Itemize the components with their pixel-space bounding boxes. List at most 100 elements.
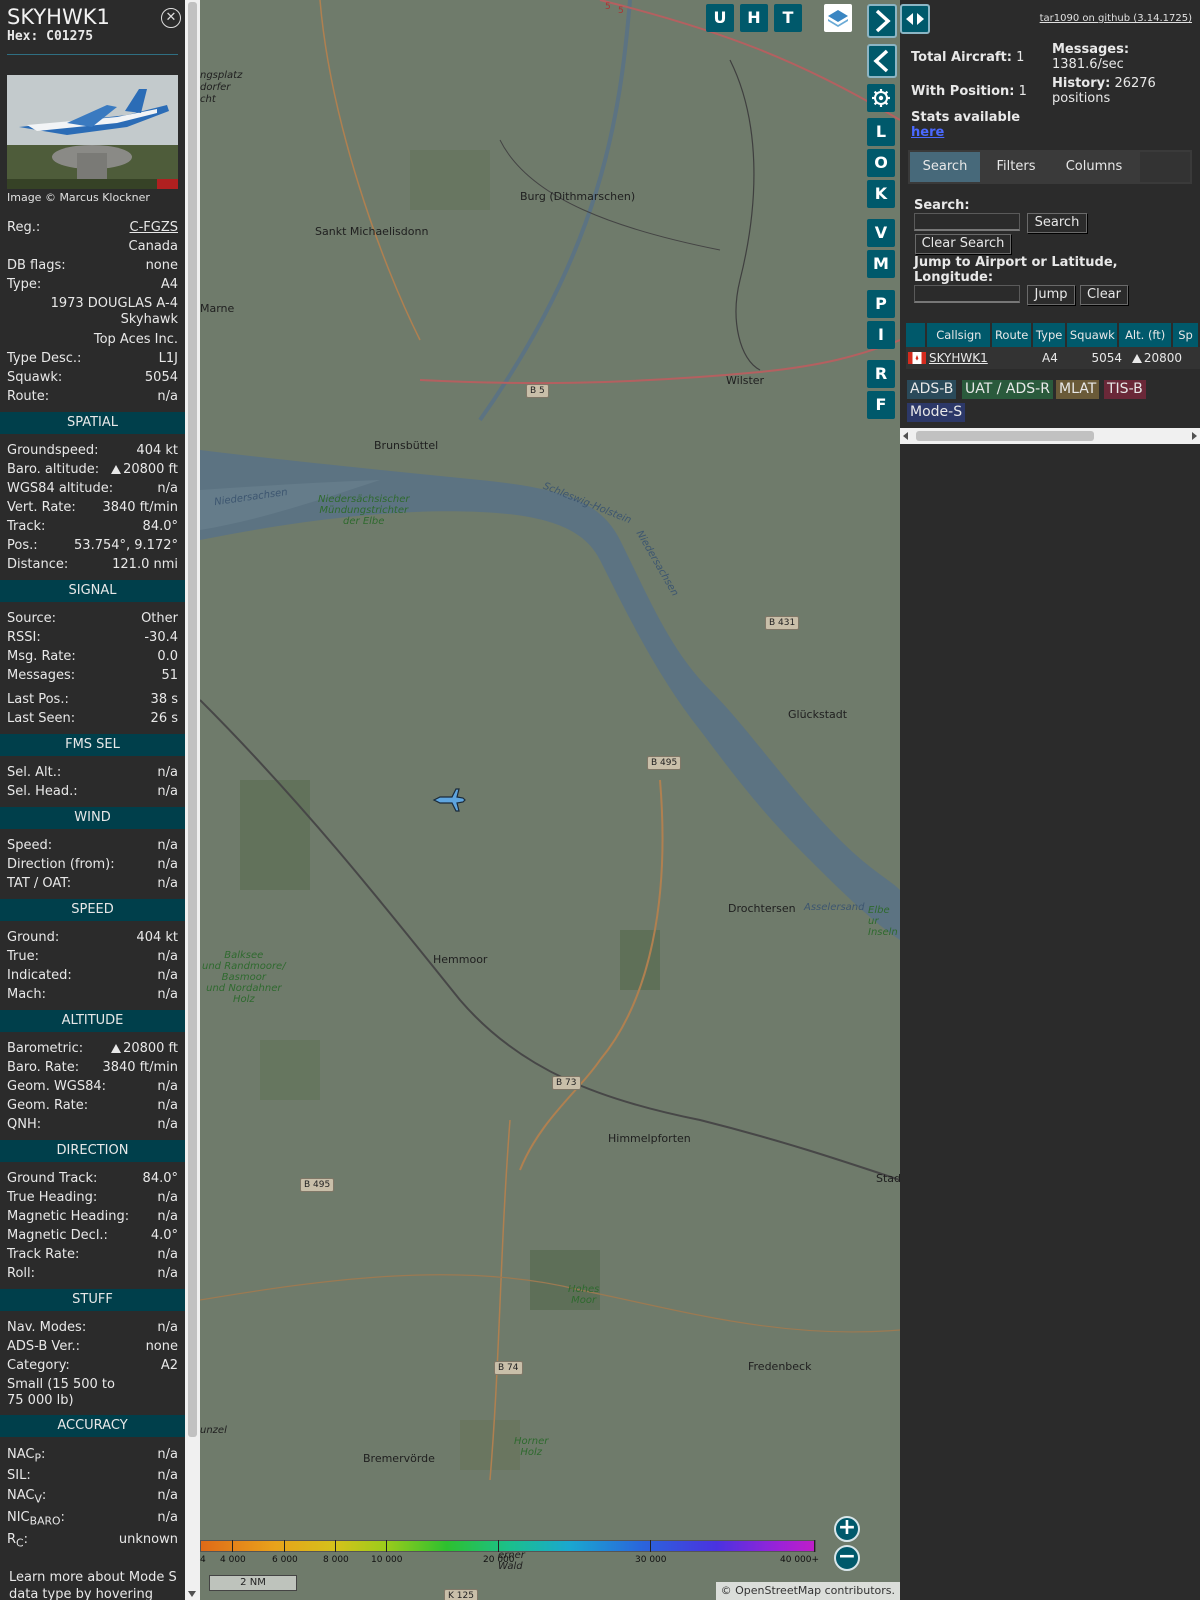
info-scrollbar-thumb[interactable] — [188, 2, 197, 1437]
col-flag[interactable] — [906, 323, 926, 347]
source-tisb-badge[interactable]: TIS-B — [1104, 380, 1146, 399]
close-icon[interactable]: ✕ — [161, 8, 181, 28]
category-desc-1: Small (15 500 to — [7, 1377, 115, 1392]
tab-columns[interactable]: Columns — [1052, 152, 1136, 182]
toggle-button-r[interactable]: R — [867, 360, 895, 388]
wgs-alt-label: WGS84 altitude: — [7, 481, 114, 496]
stats-here-link[interactable]: here — [911, 125, 944, 140]
toggle-button-p[interactable]: P — [867, 290, 895, 318]
msg-rate-row: Msg. Rate: 0.0 — [7, 647, 178, 666]
col-squawk[interactable]: Squawk — [1067, 323, 1118, 347]
baro-alt-label: Baro. altitude: — [7, 462, 100, 477]
zoom-in-icon[interactable]: + — [834, 1516, 860, 1542]
dbflags-row: DB flags: none — [7, 256, 178, 275]
tab-blank[interactable] — [1140, 152, 1190, 182]
info-panel-scrollbar[interactable] — [185, 0, 200, 1600]
source-adsb-badge[interactable]: ADS-B — [907, 380, 957, 399]
scroll-left-arrow-icon[interactable] — [903, 432, 908, 440]
table-row[interactable]: SKYHWK1 A4 5054 20800 — [906, 347, 1200, 369]
toggle-button-m[interactable]: M — [867, 250, 895, 278]
balksee-2: und Randmoore/ — [202, 961, 286, 972]
expand-collapse-icon[interactable] — [900, 4, 930, 34]
aircraft-marker-icon[interactable] — [432, 786, 466, 814]
col-speed[interactable]: Sp — [1173, 323, 1198, 347]
toggle-button-k[interactable]: K — [867, 180, 895, 208]
jump-button[interactable]: Jump — [1027, 285, 1075, 305]
wind-dir-row: Direction (from): n/a — [7, 855, 178, 874]
jump-input[interactable] — [914, 285, 1020, 303]
clear-button[interactable]: Clear — [1080, 285, 1128, 305]
toggle-button-i[interactable]: I — [867, 321, 895, 349]
toggle-button-u[interactable]: U — [706, 4, 734, 32]
zoom-out-icon[interactable]: − — [834, 1545, 860, 1571]
sel-alt-label: Sel. Alt.: — [7, 765, 62, 780]
photo-credit: Image © Marcus Klockner — [7, 191, 150, 204]
country: Canada — [128, 239, 178, 254]
source-row: Source: Other — [7, 609, 178, 628]
col-type[interactable]: Type — [1032, 323, 1066, 347]
search-input[interactable] — [914, 213, 1020, 231]
toggle-button-l[interactable]: L — [867, 118, 895, 146]
nicbaro-label-sub: BARO — [29, 1514, 61, 1528]
indicated-speed-label: Indicated: — [7, 968, 72, 983]
tat-value: n/a — [157, 876, 178, 891]
mach-label: Mach: — [7, 987, 46, 1002]
alt-tick — [284, 1540, 285, 1552]
wgs-alt-value: n/a — [157, 481, 178, 496]
col-altitude[interactable]: Alt. (ft) — [1119, 323, 1172, 347]
balksee-1: Balksee — [224, 950, 264, 961]
sil-label[interactable]: SIL: — [7, 1466, 31, 1485]
table-scrollbar-thumb[interactable] — [916, 431, 1094, 441]
table-horizontal-scrollbar[interactable] — [900, 428, 1200, 444]
toggle-button-t[interactable]: T — [774, 4, 802, 32]
tat-label: TAT / OAT: — [7, 876, 72, 891]
rc-label[interactable]: RC: — [7, 1529, 28, 1555]
toggle-button-h[interactable]: H — [740, 4, 768, 32]
col-route[interactable]: Route — [992, 323, 1031, 347]
total-aircraft: Total Aircraft: 1 — [911, 50, 1024, 65]
ground-speed-value: 404 kt — [136, 930, 178, 945]
tab-filters[interactable]: Filters — [984, 152, 1048, 182]
true-speed-row: True: n/a — [7, 947, 178, 966]
place-dorfer: dorfer — [200, 82, 231, 93]
sel-alt-value: n/a — [157, 765, 178, 780]
alt-tick — [335, 1540, 336, 1552]
chevron-right-icon[interactable] — [867, 4, 897, 38]
roll-label: Roll: — [7, 1266, 36, 1281]
scroll-down-arrow-icon[interactable] — [188, 1591, 196, 1597]
aircraft-photo[interactable] — [7, 75, 178, 189]
dbflags-value: none — [145, 258, 178, 273]
source-modes-badge[interactable]: Mode-S — [907, 403, 966, 422]
toggle-button-f[interactable]: F — [867, 391, 895, 419]
source-uat-badge[interactable]: UAT / ADS-R — [962, 380, 1053, 399]
vert-rate-value: 3840 ft/min — [102, 500, 178, 515]
row-callsign[interactable]: SKYHWK1 — [928, 347, 994, 369]
place-bremervoerde: Bremervörde — [363, 1452, 435, 1465]
ground-track-value: 84.0° — [142, 1171, 178, 1186]
registration-link[interactable]: C-FGZS — [130, 218, 178, 237]
place-unzel: unzel — [200, 1425, 227, 1436]
source-label: Source: — [7, 611, 57, 626]
toggle-button-v[interactable]: V — [867, 219, 895, 247]
search-button[interactable]: Search — [1027, 213, 1087, 233]
version-link[interactable]: tar1090 on github (3.14.1725) — [1040, 13, 1192, 24]
clear-search-button[interactable]: Clear Search — [915, 234, 1011, 254]
direction-rows: Ground Track: 84.0° True Heading: n/a Magn… — [0, 1169, 185, 1283]
layers-icon[interactable] — [824, 4, 852, 32]
indicated-speed-row: Indicated: n/a — [7, 966, 178, 985]
alt-tick — [498, 1540, 499, 1552]
wind-speed-value: n/a — [157, 838, 178, 853]
reg-row: Reg.: C-FGZS — [7, 218, 178, 237]
source-mlat-badge[interactable]: MLAT — [1056, 380, 1100, 399]
map-view[interactable]: U H T L O K V M P I R F Burg (Dithmarsch… — [200, 0, 900, 1600]
typedesc-value: L1J — [158, 351, 178, 366]
col-callsign[interactable]: Callsign — [927, 323, 991, 347]
settings-gear-icon[interactable] — [867, 84, 895, 112]
scroll-right-arrow-icon[interactable] — [1192, 432, 1197, 440]
tab-search[interactable]: Search — [910, 152, 980, 182]
toggle-button-o[interactable]: O — [867, 149, 895, 177]
map-attribution[interactable]: © OpenStreetMap contributors. — [715, 1582, 900, 1600]
chevron-left-icon[interactable] — [867, 44, 897, 78]
gear-svg — [872, 89, 890, 107]
alt-label-1: 4 000 — [220, 1555, 246, 1565]
